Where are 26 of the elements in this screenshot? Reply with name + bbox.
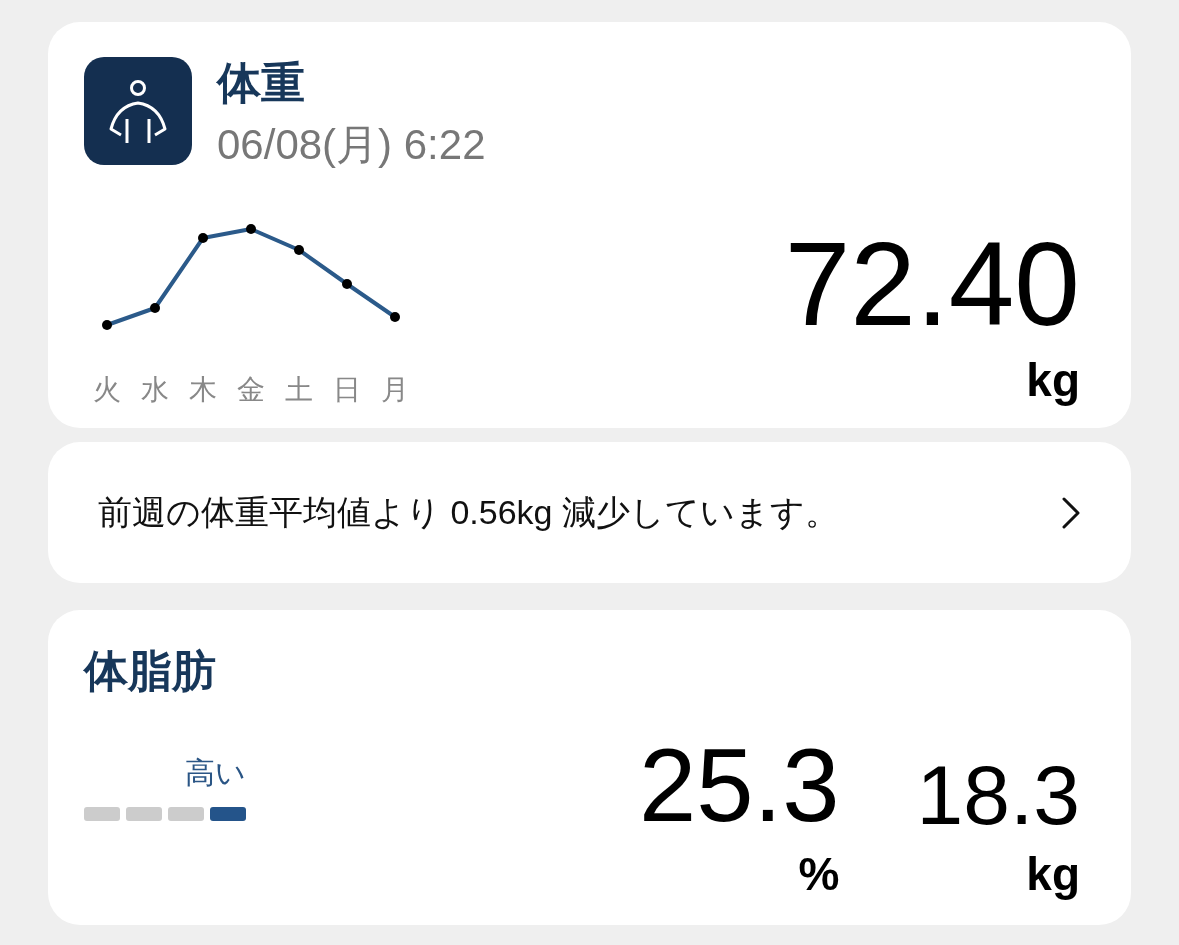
day-label: 火 (92, 373, 122, 407)
day-label: 金 (236, 373, 266, 407)
chart-point (294, 245, 304, 256)
chart-point (102, 320, 112, 331)
chevron-right-icon[interactable] (1061, 496, 1081, 529)
rating-label: 高い (185, 755, 246, 789)
mass-value: 18.3 (916, 752, 1080, 837)
day-label: 日 (332, 373, 362, 407)
card-title: 体脂肪 (84, 645, 217, 697)
chart-point (150, 303, 160, 314)
chart-point (342, 279, 352, 290)
percentage-value: 25.3 (639, 733, 840, 837)
day-label: 月 (380, 373, 410, 407)
comparison-message: 前週の体重平均値より 0.56kg 減少しています。 (98, 491, 839, 533)
weight-unit: kg (1026, 357, 1080, 404)
chart-point (246, 224, 256, 235)
day-label: 水 (140, 373, 170, 407)
chart-point (198, 233, 208, 244)
day-label: 土 (284, 373, 314, 407)
person-icon (84, 57, 192, 165)
unit-label: % (798, 850, 840, 897)
day-label: 木 (188, 373, 218, 407)
weight-value: 72.40 (784, 225, 1080, 344)
card-title: 体重 (217, 57, 306, 109)
chart-point (390, 312, 400, 323)
measurement-timestamp: 06/08(月) 6:22 (217, 119, 486, 170)
